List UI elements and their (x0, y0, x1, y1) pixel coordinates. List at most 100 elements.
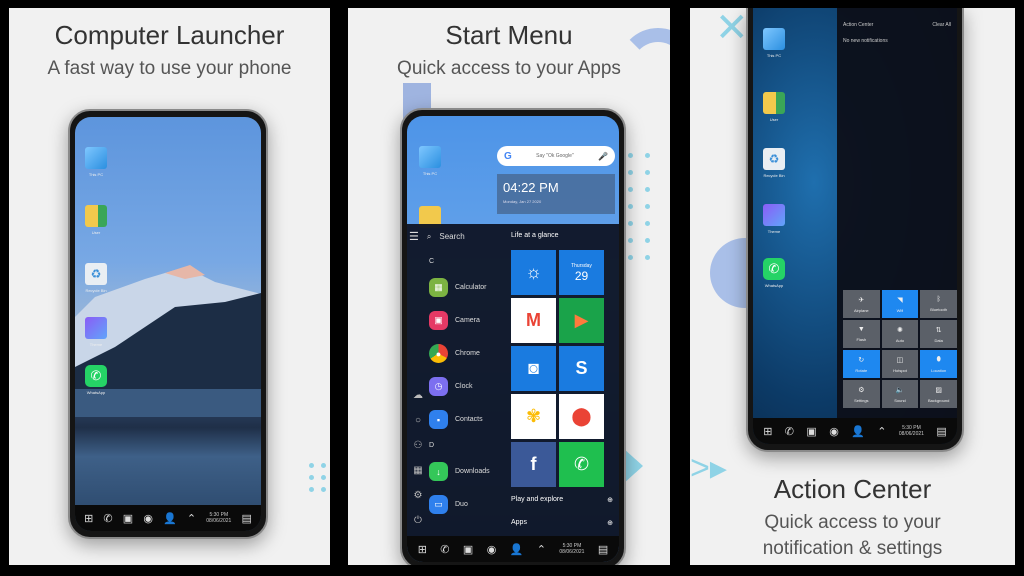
toggle-location[interactable]: ⬮ Location (920, 350, 957, 378)
desktop-icon-this-pc[interactable]: This PC (419, 146, 441, 176)
airplane-icon: ✈ (858, 296, 865, 304)
desktop-icon-recycle-bin[interactable]: ♻ Recycle Bin (85, 263, 107, 293)
panel-title: Start Menu (445, 20, 573, 50)
phone-icon[interactable]: ✆ (440, 543, 449, 556)
app-item-duo[interactable]: ▭ Duo (429, 488, 507, 521)
toggle-bluetooth[interactable]: ᛒ Bluetooth (920, 290, 957, 318)
gallery-icon[interactable]: ▦ (413, 465, 422, 476)
toggle-sound[interactable]: 🔈 Sound (881, 380, 919, 408)
app-item-downloads[interactable]: ↓ Downloads (429, 455, 507, 488)
desktop-icon-theme[interactable]: Theme (763, 204, 785, 234)
message-icon[interactable]: ▣ (123, 512, 133, 525)
home-screen: This PC G Say "Ok Google" 🎤 04:22 PM Mon… (407, 116, 619, 562)
start-button[interactable]: ⊞ (84, 512, 93, 525)
power-icon[interactable]: ⏻ (414, 515, 422, 526)
user-icon[interactable]: ⚇ (414, 440, 423, 451)
hamburger-menu-icon[interactable]: ☰ (409, 230, 419, 243)
toggle-rotate[interactable]: ↻ Rotate (843, 350, 880, 378)
download-icon: ↓ (429, 462, 448, 481)
start-button[interactable]: ⊞ (418, 543, 427, 556)
desktop-icon-recycle-bin[interactable]: ♻ Recycle Bin (763, 148, 785, 178)
phone-icon[interactable]: ✆ (785, 425, 794, 438)
desktop-icon-this-pc[interactable]: This PC (763, 28, 785, 58)
taskbar: ⊞ ✆ ▣ ◉ 👤 ⌃ 5:30 PM 08/06/2021 ▤ (75, 505, 261, 531)
decorative-dots (628, 153, 650, 260)
add-icon[interactable]: ⊕ (607, 496, 613, 504)
search-button[interactable]: Search (439, 232, 464, 241)
toggle-settings[interactable]: ⚙ Settings (843, 380, 880, 408)
contacts-icon[interactable]: 👤 (851, 425, 865, 438)
settings-icon[interactable]: ⚙ (414, 490, 423, 501)
toggle-hotspot[interactable]: ◫ Hotspot (881, 350, 919, 378)
hotspot-icon: ◫ (896, 356, 904, 364)
tile-photos[interactable]: ✾ (511, 394, 556, 439)
microphone-icon[interactable]: 🎤 (598, 152, 608, 161)
panel-subtitle-line2: notification & settings (762, 538, 943, 559)
chrome-icon[interactable]: ◉ (143, 512, 153, 525)
app-item-calculator[interactable]: ▦ Calculator (429, 271, 507, 304)
panel-title: Action Center (773, 474, 932, 504)
gear-icon: ⚙ (858, 386, 865, 394)
tiles-header: Life at a glance (511, 232, 559, 239)
app-item-camera[interactable]: ▣ Camera (429, 304, 507, 337)
desktop-icon-theme[interactable]: Theme (85, 317, 107, 347)
contacts-icon[interactable]: 👤 (510, 543, 524, 556)
tile-gmail[interactable]: M (511, 298, 556, 343)
group-play-and-explore[interactable]: Play and explore ⊕ (511, 496, 613, 504)
group-apps[interactable]: Apps ⊕ (511, 519, 613, 527)
app-item-contacts[interactable]: ▪ Contacts (429, 403, 507, 436)
tile-maps[interactable]: ⬤ (559, 394, 604, 439)
tile-camera[interactable]: ◙ (511, 346, 556, 391)
start-button[interactable]: ⊞ (763, 425, 772, 438)
desktop-icon-user[interactable]: User (85, 205, 107, 235)
clear-all-button[interactable]: Clear All (932, 22, 951, 28)
tile-skype[interactable]: S (559, 346, 604, 391)
desktop-icon-this-pc[interactable]: This PC (85, 147, 107, 177)
panel-computer-launcher: Computer Launcher A fast way to use your… (9, 8, 330, 565)
notification-icon[interactable]: ▤ (936, 425, 946, 438)
chrome-icon[interactable]: ◉ (487, 543, 497, 556)
tile-weather[interactable]: ☼ (511, 250, 556, 295)
notification-icon[interactable]: ▤ (598, 543, 608, 556)
contacts-icon[interactable]: 👤 (163, 512, 177, 525)
message-icon[interactable]: ▣ (463, 543, 473, 556)
search-icon[interactable]: ⌕ (427, 232, 431, 242)
chevron-up-icon[interactable]: ⌃ (877, 425, 886, 438)
panel-subtitle: Quick access to your Apps (397, 58, 621, 79)
toggle-flash[interactable]: ▼ Flash (843, 320, 880, 348)
tile-play-store[interactable]: ▶ (559, 298, 604, 343)
skype-icon: S (575, 358, 588, 378)
gmail-icon: M (526, 310, 541, 330)
tile-calendar[interactable]: Thursday 29 (559, 250, 604, 295)
tile-whatsapp[interactable]: ✆ (559, 442, 604, 487)
desktop-icon-user[interactable]: User (763, 92, 785, 122)
whatsapp-icon: ✆ (573, 454, 590, 474)
chrome-icon[interactable]: ◉ (829, 425, 839, 438)
maps-pin-icon: ⬤ (571, 406, 592, 426)
app-item-chrome[interactable]: ● Chrome (429, 337, 507, 370)
phone-icon[interactable]: ✆ (103, 512, 112, 525)
chevron-up-icon[interactable]: ⌃ (187, 512, 196, 525)
toggle-airplane[interactable]: ✈ Airplane (843, 290, 880, 318)
toggle-background[interactable]: ▨ Background (920, 380, 957, 408)
tile-facebook[interactable]: f (511, 442, 556, 487)
google-search-widget[interactable]: G Say "Ok Google" 🎤 (497, 146, 615, 166)
toggle-auto[interactable]: ✺ Auto (881, 320, 919, 348)
message-icon[interactable]: ▣ (806, 425, 816, 438)
chevron-up-icon[interactable]: ⌃ (537, 543, 546, 556)
location-icon: ⬮ (936, 355, 941, 363)
decorative-dots (309, 463, 330, 492)
phone-mockup: This PC User ♻ Recycle Bin Theme ✆ WhatsAp… (68, 109, 268, 539)
toggle-data[interactable]: ⇅ Data (920, 320, 957, 348)
app-item-clock[interactable]: ◷ Clock (429, 370, 507, 403)
weather-icon[interactable]: ☁ (413, 390, 423, 401)
desktop-icon-whatsapp[interactable]: ✆ WhatsApp (85, 365, 107, 395)
search-icon[interactable]: ○ (415, 415, 421, 426)
notification-icon[interactable]: ▤ (241, 512, 251, 525)
taskbar-clock: 5:30 PM 08/06/2021 (898, 425, 924, 437)
toggle-wifi[interactable]: ◥ Wifi (881, 290, 919, 318)
panel-title: Computer Launcher (54, 20, 285, 50)
desktop-icon-whatsapp[interactable]: ✆ WhatsApp (763, 258, 785, 288)
contacts-icon: ▪ (429, 410, 448, 429)
add-icon[interactable]: ⊕ (607, 519, 613, 527)
